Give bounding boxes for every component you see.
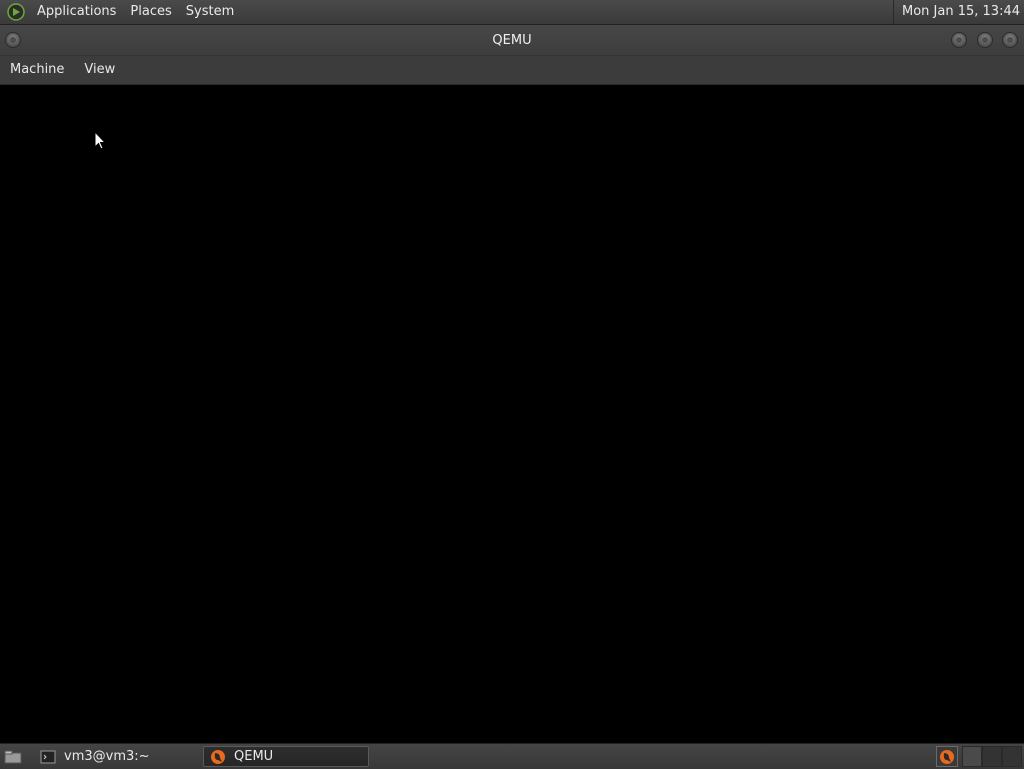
view-menu[interactable]: View [74, 56, 125, 84]
taskbar-item-label: QEMU [234, 749, 274, 764]
vm-display[interactable] [0, 85, 1024, 742]
top-panel: Applications Places System Mon Jan 15, 1… [0, 0, 1024, 25]
window-menu-button[interactable] [5, 32, 21, 48]
window-title: QEMU [492, 32, 532, 48]
workspace-2[interactable] [982, 746, 1002, 767]
terminal-icon [40, 749, 56, 765]
system-menu[interactable]: System [179, 0, 241, 24]
minimize-button[interactable] [951, 32, 967, 48]
tray-qemu-icon[interactable] [936, 746, 958, 767]
window-menubar: Machine View [0, 56, 1024, 85]
show-desktop-icon[interactable] [2, 748, 24, 766]
workspace-3[interactable] [1002, 746, 1022, 767]
mate-logo-icon[interactable] [6, 2, 26, 22]
mouse-pointer-icon [94, 131, 106, 150]
taskbar-item-label: vm3@vm3:~ [64, 749, 150, 764]
places-menu[interactable]: Places [123, 0, 178, 24]
taskbar-item-terminal[interactable]: vm3@vm3:~ [34, 746, 200, 767]
close-button[interactable] [1002, 32, 1018, 48]
workspace-switcher [962, 746, 1022, 767]
machine-menu[interactable]: Machine [0, 56, 74, 84]
clock[interactable]: Mon Jan 15, 13:44 [893, 0, 1020, 24]
maximize-button[interactable] [977, 32, 993, 48]
applications-menu[interactable]: Applications [30, 0, 123, 24]
taskbar-item-qemu[interactable]: QEMU [203, 746, 369, 767]
workspace-1[interactable] [962, 746, 982, 767]
window-titlebar[interactable]: QEMU [0, 25, 1024, 56]
qemu-icon [210, 749, 226, 765]
bottom-panel: vm3@vm3:~ QEMU [0, 743, 1024, 769]
